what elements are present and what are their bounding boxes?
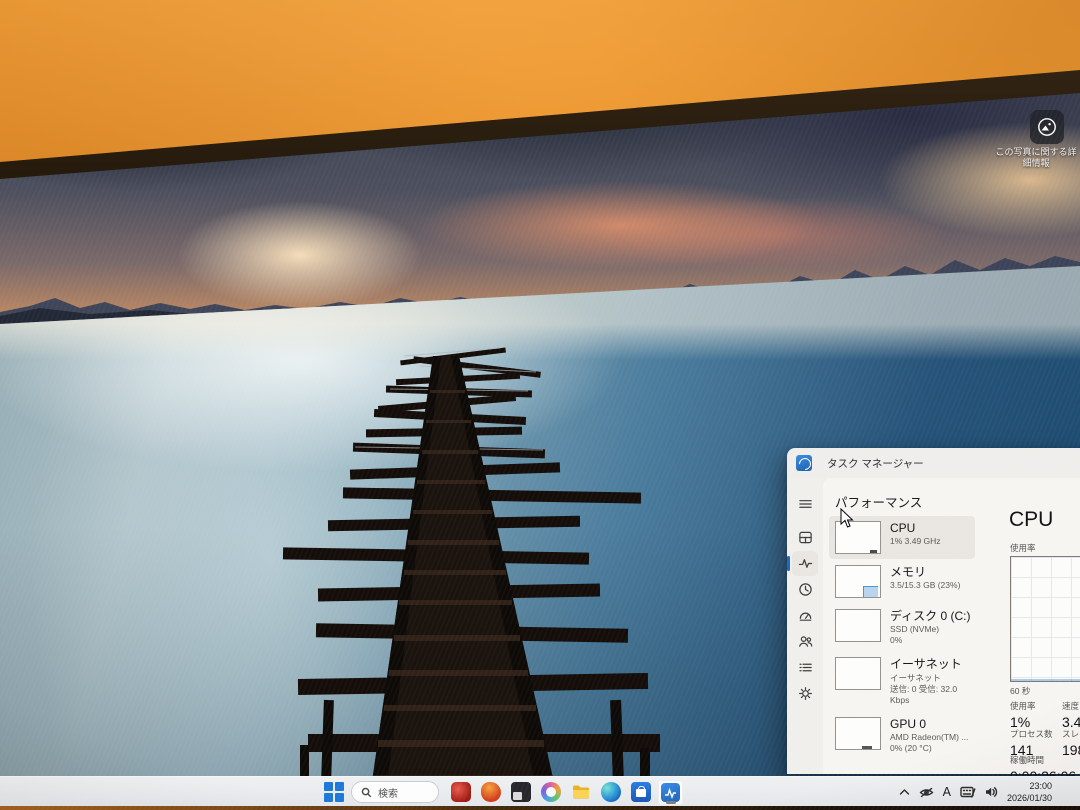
task-manager-titlebar[interactable]: タスク マネージャー — [787, 448, 1080, 478]
system-tray: A 23:00 2026/01/30 — [899, 777, 1052, 807]
file-explorer-icon[interactable] — [568, 780, 593, 805]
task-manager-app-icon — [796, 455, 812, 471]
spotlight-caption: この写真に関する詳 細情報 — [990, 147, 1080, 170]
task-manager-nav-rail — [787, 478, 823, 774]
performance-card-list: CPU 1% 3.49 GHz メモリ 3.5/15.3 GB (23%) — [829, 516, 975, 761]
card-ethernet-sub2: 送信: 0 受信: 32.0 Kbps — [890, 684, 971, 706]
edge-icon[interactable] — [598, 780, 623, 805]
search-placeholder: 検索 — [378, 785, 398, 800]
search-icon — [361, 787, 372, 798]
nav-services-icon[interactable] — [792, 681, 818, 706]
spotlight-caption-line2: 細情報 — [990, 158, 1080, 169]
task-manager-content: パフォーマンス CPU 1% 3.49 GHz メモリ 3.5/15.3 — [823, 478, 1080, 774]
task-manager-taskbar-icon[interactable] — [658, 780, 683, 805]
card-cpu-sub: 1% 3.49 GHz — [890, 536, 941, 547]
card-gpu[interactable]: GPU 0 AMD Radeon(TM) ... 0% (20 °C) — [829, 712, 975, 759]
cpu-graph-label: 使用率 — [1010, 542, 1036, 554]
taskbar-app-area: 検索 — [322, 777, 683, 807]
card-cpu-title: CPU — [890, 521, 941, 535]
card-disk[interactable]: ディスク 0 (C:) SSD (NVMe) 0% — [829, 604, 975, 651]
eye-icon[interactable] — [919, 787, 934, 798]
app-red-b-icon[interactable] — [478, 780, 503, 805]
nav-app-history-icon[interactable] — [792, 577, 818, 602]
touch-keyboard-icon[interactable] — [960, 786, 976, 798]
photo-of-monitor: この写真に関する詳 細情報 タスク マネージャー — [0, 0, 1080, 810]
window-title: タスク マネージャー — [827, 456, 924, 471]
taskbar-search[interactable]: 検索 — [351, 781, 439, 803]
app-dark-icon[interactable] — [508, 780, 533, 805]
cpu-graph-x-label: 60 秒 — [1010, 685, 1030, 697]
nav-details-icon[interactable] — [792, 655, 818, 680]
nav-users-icon[interactable] — [792, 629, 818, 654]
stat-speed: 速度 3.49 GHz — [1062, 700, 1080, 730]
spotlight-info-button[interactable] — [1030, 110, 1064, 144]
card-memory-sub: 3.5/15.3 GB (23%) — [890, 580, 960, 591]
cpu-detail-title: CPU — [1009, 508, 1053, 532]
card-disk-title: ディスク 0 (C:) — [890, 609, 971, 623]
tray-clock[interactable]: 23:00 2026/01/30 — [1007, 780, 1052, 804]
copilot-icon[interactable] — [538, 780, 563, 805]
landscape-photo-icon — [1037, 117, 1057, 137]
desk-surface-sliver — [0, 806, 1080, 810]
task-manager-window: タスク マネージャー — [787, 448, 1080, 774]
volume-icon[interactable] — [985, 786, 998, 798]
disk-mini-graph — [835, 609, 881, 642]
nav-processes-icon[interactable] — [792, 525, 818, 550]
nav-startup-apps-icon[interactable] — [792, 603, 818, 628]
taskbar: 検索 — [0, 776, 1080, 807]
stat-usage: 使用率 1% — [1010, 700, 1068, 730]
card-disk-sub1: SSD (NVMe) — [890, 624, 971, 635]
tray-date: 2026/01/30 — [1007, 792, 1052, 804]
card-gpu-title: GPU 0 — [890, 717, 968, 731]
card-gpu-sub2: 0% (20 °C) — [890, 743, 968, 754]
tray-time: 23:00 — [1007, 780, 1052, 792]
card-ethernet[interactable]: イーサネット イーサネット 送信: 0 受信: 32.0 Kbps — [829, 652, 975, 711]
selected-indicator — [787, 556, 790, 571]
app-red-a-icon[interactable] — [448, 780, 473, 805]
windows-start-button[interactable] — [322, 780, 346, 804]
pinned-apps — [448, 780, 683, 805]
cpu-usage-graph — [1010, 556, 1080, 682]
card-memory-title: メモリ — [890, 565, 960, 579]
ime-mode-indicator[interactable]: A — [943, 785, 951, 799]
memory-mini-graph — [835, 565, 881, 598]
gpu-mini-graph — [835, 717, 881, 750]
hidden-icons-chevron[interactable] — [899, 788, 910, 796]
nav-performance-icon[interactable] — [792, 551, 818, 576]
card-ethernet-sub1: イーサネット — [890, 673, 971, 684]
spotlight-caption-line1: この写真に関する詳 — [990, 147, 1080, 158]
card-gpu-sub1: AMD Radeon(TM) ... — [890, 732, 968, 743]
card-memory[interactable]: メモリ 3.5/15.3 GB (23%) — [829, 560, 975, 603]
microsoft-store-icon[interactable] — [628, 780, 653, 805]
hamburger-menu-icon[interactable] — [792, 491, 818, 516]
card-disk-sub2: 0% — [890, 635, 971, 646]
ethernet-mini-graph — [835, 657, 881, 690]
card-ethernet-title: イーサネット — [890, 657, 971, 671]
mouse-cursor — [840, 508, 855, 529]
